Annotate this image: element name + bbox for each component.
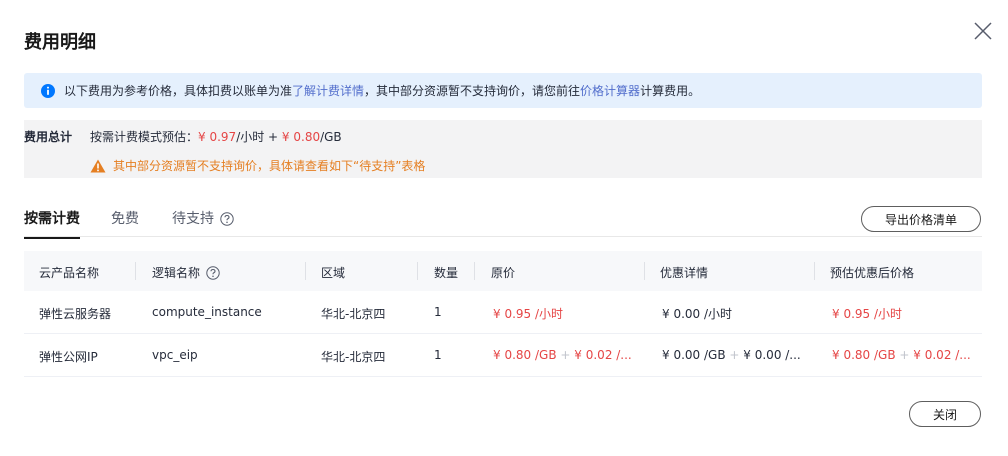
plus-sign: + [899, 348, 910, 362]
close-icon[interactable] [972, 20, 994, 42]
column-divider [474, 262, 475, 280]
cell-discount: ¥ 0.00 /小时 [662, 307, 733, 321]
tab-free[interactable]: 免费 [111, 208, 139, 228]
export-price-list-button[interactable]: 导出价格清单 [861, 206, 981, 232]
billing-tabs: 按需计费 免费 待支持 [24, 200, 982, 239]
summary-label: 费用总计 [24, 130, 73, 144]
hourly-unit: /小时 + [236, 130, 282, 144]
table-header: 云产品名称 逻辑名称 区域 数量 原价 优惠详情 预估优惠后价格 [24, 251, 982, 291]
tab-pending-support[interactable]: 待支持 [172, 208, 234, 228]
column-divider [644, 262, 645, 280]
plus-sign: + [729, 348, 740, 362]
cost-summary: 费用总计 按需计费模式预估：¥ 0.97/小时 + ¥ 0.80/GB 其中部分… [24, 120, 982, 178]
info-banner: 以下费用为参考价格，具体扣费以账单为准 了解计费详情 ，其中部分资源暂不支持询价… [24, 73, 982, 108]
col-discount: 优惠详情 [660, 266, 709, 280]
price-calculator-link[interactable]: 价格计算器 [580, 82, 640, 99]
summary-estimate: 按需计费模式预估：¥ 0.97/小时 + ¥ 0.80/GB [90, 128, 342, 145]
cell-quantity: 1 [434, 348, 442, 362]
cell-logical-name: vpc_eip [152, 348, 198, 362]
info-text-before: 以下费用为参考价格，具体扣费以账单为准 [64, 84, 293, 98]
column-divider [814, 262, 815, 280]
column-divider [305, 262, 306, 280]
traffic-unit: /GB [320, 130, 342, 144]
column-divider [135, 262, 136, 280]
col-product: 云产品名称 [39, 266, 100, 280]
cell-original-price: ¥ 0.95 /小时 [493, 307, 564, 321]
cell-estimated-price: ¥ 0.95 /小时 [832, 307, 903, 321]
cell-estimated-price: ¥ 0.80 /GB + ¥ 0.02 /... [832, 348, 971, 362]
col-logical-name-label: 逻辑名称 [152, 266, 201, 280]
billing-details-link[interactable]: 了解计费详情 [292, 82, 364, 99]
price-part: ¥ 0.02 /... [574, 348, 632, 362]
cell-product: 弹性云服务器 [39, 307, 112, 321]
column-divider [417, 262, 418, 280]
pricing-table: 云产品名称 逻辑名称 区域 数量 原价 优惠详情 预估优惠后价格 弹性云服务器 … [24, 251, 982, 377]
plus-sign: + [560, 348, 571, 362]
cell-original-price: ¥ 0.80 /GB + ¥ 0.02 /... [493, 348, 632, 362]
price-part: ¥ 0.00 /... [743, 348, 801, 362]
price-part: ¥ 0.80 /GB [832, 348, 896, 362]
col-original-price: 原价 [491, 266, 516, 280]
warning-text: 其中部分资源暂不支持询价，具体请查看如下“待支持”表格 [113, 159, 426, 173]
hourly-price: ¥ 0.97 [198, 130, 237, 144]
info-icon [41, 83, 55, 98]
cell-product: 弹性公网IP [39, 350, 98, 364]
info-text-after: 计算费用。 [640, 84, 701, 98]
cell-quantity: 1 [434, 305, 442, 319]
cell-region: 华北-北京四 [321, 307, 386, 321]
col-region: 区域 [321, 266, 346, 280]
summary-warning: 其中部分资源暂不支持询价，具体请查看如下“待支持”表格 [90, 157, 425, 174]
help-icon[interactable] [220, 212, 234, 226]
warning-icon [90, 159, 106, 172]
close-button[interactable]: 关闭 [909, 401, 981, 427]
info-text-middle: ，其中部分资源暂不支持询价，请您前往 [364, 84, 581, 98]
table-row: 弹性公网IP vpc_eip 华北-北京四 1 ¥ 0.80 /GB + ¥ 0… [24, 334, 982, 377]
cell-region: 华北-北京四 [321, 350, 386, 364]
cell-logical-name: compute_instance [152, 305, 262, 319]
help-icon[interactable] [206, 266, 220, 280]
col-estimated-price: 预估优惠后价格 [830, 266, 915, 280]
price-part: ¥ 0.00 /GB [662, 348, 726, 362]
tab-pending-support-label: 待支持 [172, 211, 214, 227]
dialog-title: 费用明细 [24, 32, 96, 53]
col-quantity: 数量 [434, 266, 459, 280]
tab-on-demand[interactable]: 按需计费 [24, 208, 80, 239]
price-part: ¥ 0.02 /... [913, 348, 971, 362]
cell-discount: ¥ 0.00 /GB + ¥ 0.00 /... [662, 348, 801, 362]
traffic-price: ¥ 0.80 [281, 130, 321, 144]
col-logical-name: 逻辑名称 [152, 264, 220, 281]
summary-prefix: 按需计费模式预估： [90, 130, 199, 144]
price-part: ¥ 0.80 /GB [493, 348, 557, 362]
table-row: 弹性云服务器 compute_instance 华北-北京四 1 ¥ 0.95 … [24, 291, 982, 334]
